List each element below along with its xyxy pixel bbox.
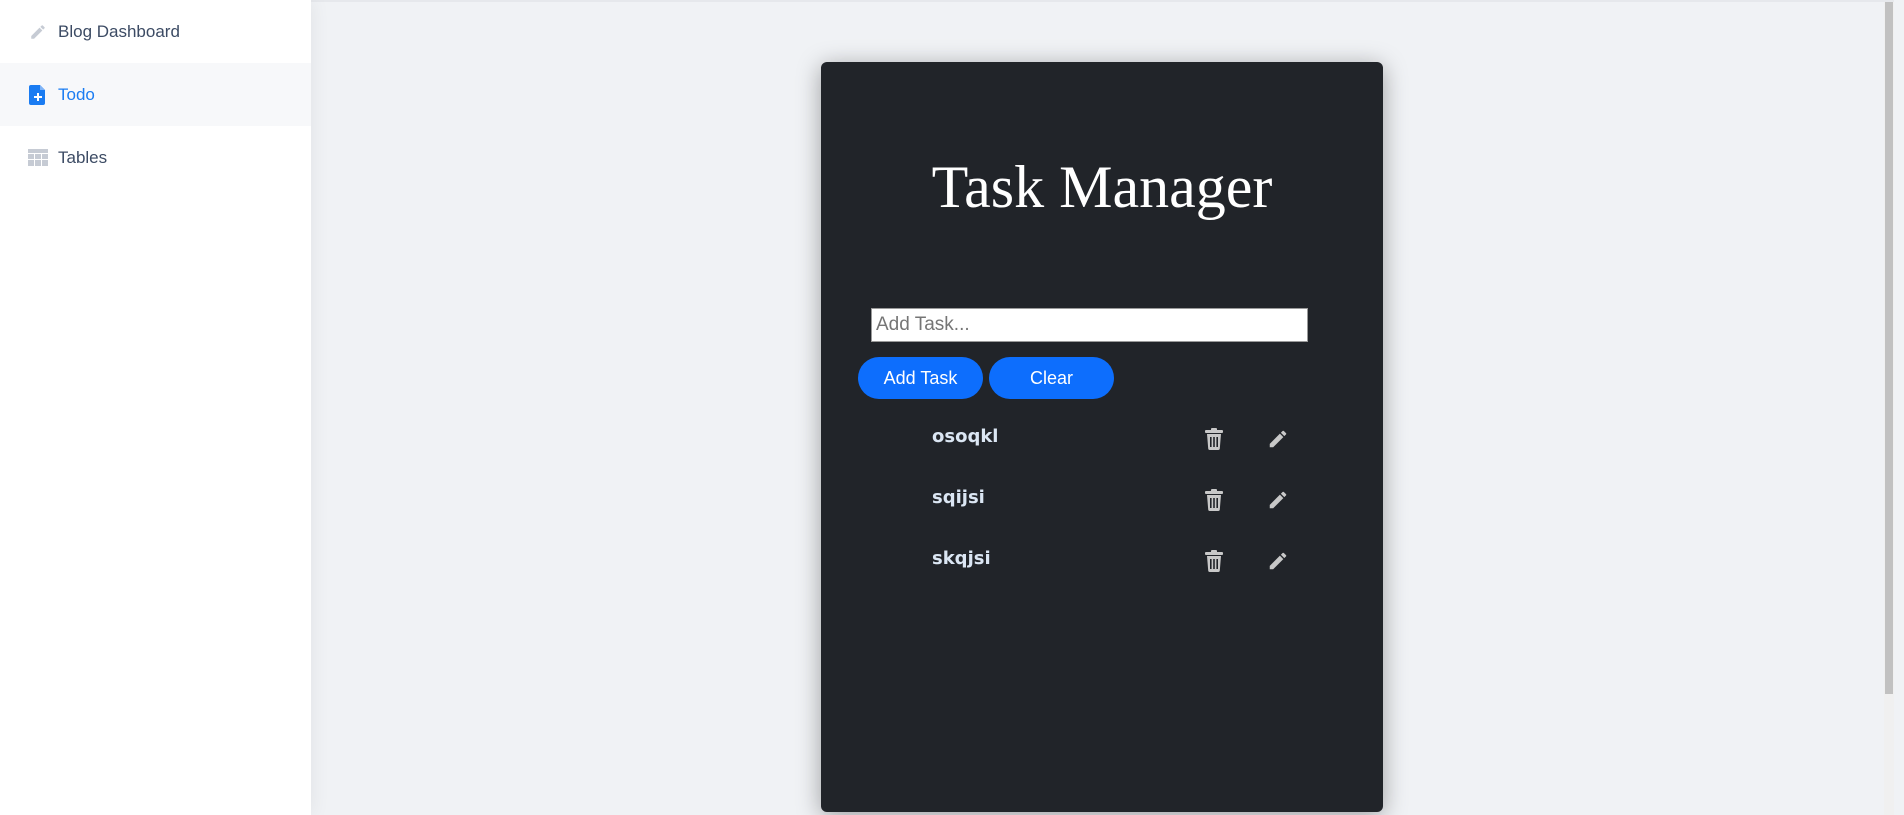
scrollbar-thumb[interactable] [1885, 2, 1893, 694]
add-task-button[interactable]: Add Task [858, 357, 983, 399]
list-item: sqijsi [821, 480, 1383, 520]
pencil-icon[interactable] [1266, 549, 1290, 573]
trash-icon[interactable] [1202, 427, 1226, 451]
trash-icon[interactable] [1202, 488, 1226, 512]
task-text: skqjsi [932, 548, 991, 569]
sidebar-item-blog-dashboard[interactable]: Blog Dashboard [0, 0, 311, 63]
pencil-icon[interactable] [1266, 427, 1290, 451]
clear-button[interactable]: Clear [989, 357, 1114, 399]
task-text: sqijsi [932, 487, 985, 508]
table-icon [28, 148, 48, 168]
page-title: Task Manager [931, 154, 1273, 220]
sidebar-item-todo[interactable]: Todo [0, 63, 311, 126]
sidebar-item-label: Blog Dashboard [58, 21, 180, 41]
add-task-input[interactable] [871, 308, 1308, 342]
sidebar-item-label: Tables [58, 147, 108, 167]
list-item: osoqkl [821, 419, 1383, 459]
sidebar: Blog Dashboard Todo Tables [0, 0, 311, 815]
pencil-icon[interactable] [1266, 488, 1290, 512]
task-manager-card: Task Manager Add Task Clear osoqkl sqijs… [821, 62, 1383, 812]
trash-icon[interactable] [1202, 549, 1226, 573]
pencil-icon [28, 22, 48, 42]
file-plus-icon [28, 84, 48, 105]
task-text: osoqkl [932, 426, 999, 447]
page-scrollbar[interactable] [1884, 2, 1894, 815]
sidebar-item-label: Todo [58, 84, 95, 104]
sidebar-item-tables[interactable]: Tables [0, 126, 311, 189]
app-root: Blog Dashboard Todo Tables Task Manager … [0, 0, 1904, 815]
list-item: skqjsi [821, 541, 1383, 581]
